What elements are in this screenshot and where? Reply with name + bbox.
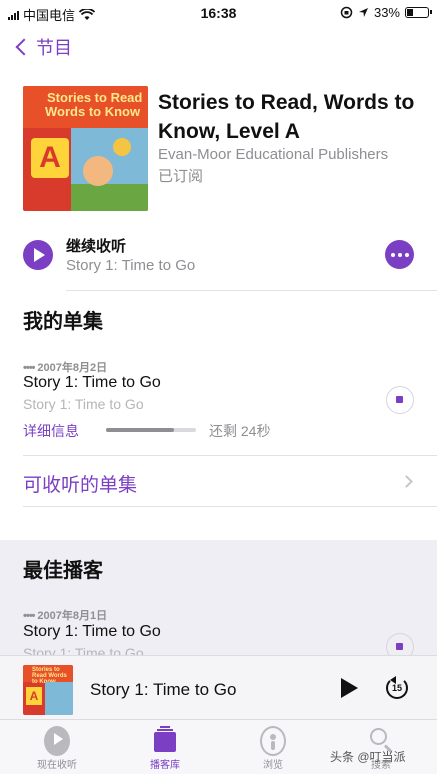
- podcast-icon: [260, 726, 286, 756]
- battery-fill: [407, 9, 413, 16]
- episode-date-text: 2007年8月2日: [37, 362, 108, 374]
- time-remaining: 还剩 24秒: [209, 423, 271, 439]
- status-right: 33%: [340, 5, 432, 20]
- episode-subtitle: Story 1: Time to Go: [23, 396, 144, 412]
- chevron-left-icon: [15, 38, 33, 56]
- episode-date-text: 2007年8月1日: [37, 610, 108, 622]
- tab-bar: 现在收听 播客库 浏览 搜索: [0, 719, 437, 774]
- tab-library[interactable]: 播客库: [120, 724, 210, 771]
- playback-progress-bar: [106, 428, 196, 432]
- podcast-cover-art: Stories to Read Words to Know A: [23, 86, 148, 211]
- library-icon: [154, 726, 176, 756]
- episode-title[interactable]: Story 1: Time to Go: [23, 623, 161, 641]
- ellipsis-icon: ••••: [23, 362, 35, 374]
- episode-title[interactable]: Story 1: Time to Go: [23, 374, 161, 392]
- play-icon[interactable]: [341, 678, 358, 698]
- episode-date: •••• 2007年8月2日: [23, 359, 107, 375]
- chevron-right-icon: [400, 475, 413, 488]
- podcast-title: Stories to Read, Words to Know, Level A: [158, 91, 415, 143]
- mini-player[interactable]: Stories to Read Words to Know A Story 1:…: [0, 655, 437, 719]
- mini-player-title[interactable]: Story 1: Time to Go: [90, 680, 236, 700]
- progress-fill: [106, 428, 174, 432]
- stop-icon: [396, 396, 403, 403]
- skip-forward-15-button[interactable]: 15: [386, 676, 408, 699]
- more-options-button[interactable]: [385, 240, 414, 269]
- details-link[interactable]: 详细信息: [23, 421, 79, 441]
- episode-pause-button[interactable]: [386, 386, 414, 414]
- battery-percent: 33%: [373, 5, 400, 20]
- continue-label[interactable]: 继续收听: [66, 235, 126, 256]
- cover-child: [83, 156, 113, 186]
- tab-label: 现在收听: [37, 760, 77, 771]
- my-episodes-heading: 我的单集: [23, 311, 103, 333]
- back-button[interactable]: 节目: [14, 34, 72, 60]
- available-episodes-link[interactable]: 可收听的单集: [23, 470, 137, 497]
- top-podcasts-heading: 最佳播客: [23, 560, 103, 582]
- tab-label: 播客库: [150, 760, 180, 771]
- cover-level-letter: A: [31, 138, 69, 178]
- divider: [23, 455, 437, 456]
- podcast-publisher[interactable]: Evan-Moor Educational Publishers: [158, 146, 388, 163]
- mini-cover-illustration: [45, 682, 73, 715]
- tab-listen-now[interactable]: 现在收听: [12, 724, 102, 771]
- orientation-lock-icon: [340, 6, 353, 19]
- location-icon: [358, 8, 368, 17]
- stop-icon: [396, 643, 403, 650]
- mini-player-cover-art: Stories to Read Words to Know A: [23, 665, 73, 715]
- episode-date: •••• 2007年8月1日: [23, 607, 107, 623]
- subscription-status: 已订阅: [158, 168, 204, 185]
- battery-icon: [405, 7, 432, 18]
- top-podcasts-section: 最佳播客 •••• 2007年8月1日 Story 1: Time to Go S…: [0, 540, 437, 661]
- tab-browse[interactable]: 浏览: [228, 724, 318, 771]
- cover-title-line2: Words to Know: [45, 104, 141, 119]
- continue-play-button[interactable]: [23, 240, 53, 270]
- tab-label: 浏览: [263, 760, 283, 771]
- divider: [66, 290, 437, 291]
- cover-sun: [113, 138, 131, 156]
- skip-seconds: 15: [391, 683, 402, 693]
- play-circle-icon: [44, 726, 70, 756]
- mini-cover-letter: A: [26, 687, 42, 705]
- back-label: 节目: [36, 38, 72, 58]
- watermark: 头条 @叮当派: [330, 750, 406, 764]
- divider: [23, 506, 437, 507]
- ellipsis-icon: ••••: [23, 610, 35, 622]
- status-bar: 中国电信 16:38 33%: [0, 0, 437, 26]
- cover-grass: [71, 184, 148, 211]
- continue-episode: Story 1: Time to Go: [66, 257, 196, 274]
- cover-title-line1: Stories to Read: [47, 90, 143, 105]
